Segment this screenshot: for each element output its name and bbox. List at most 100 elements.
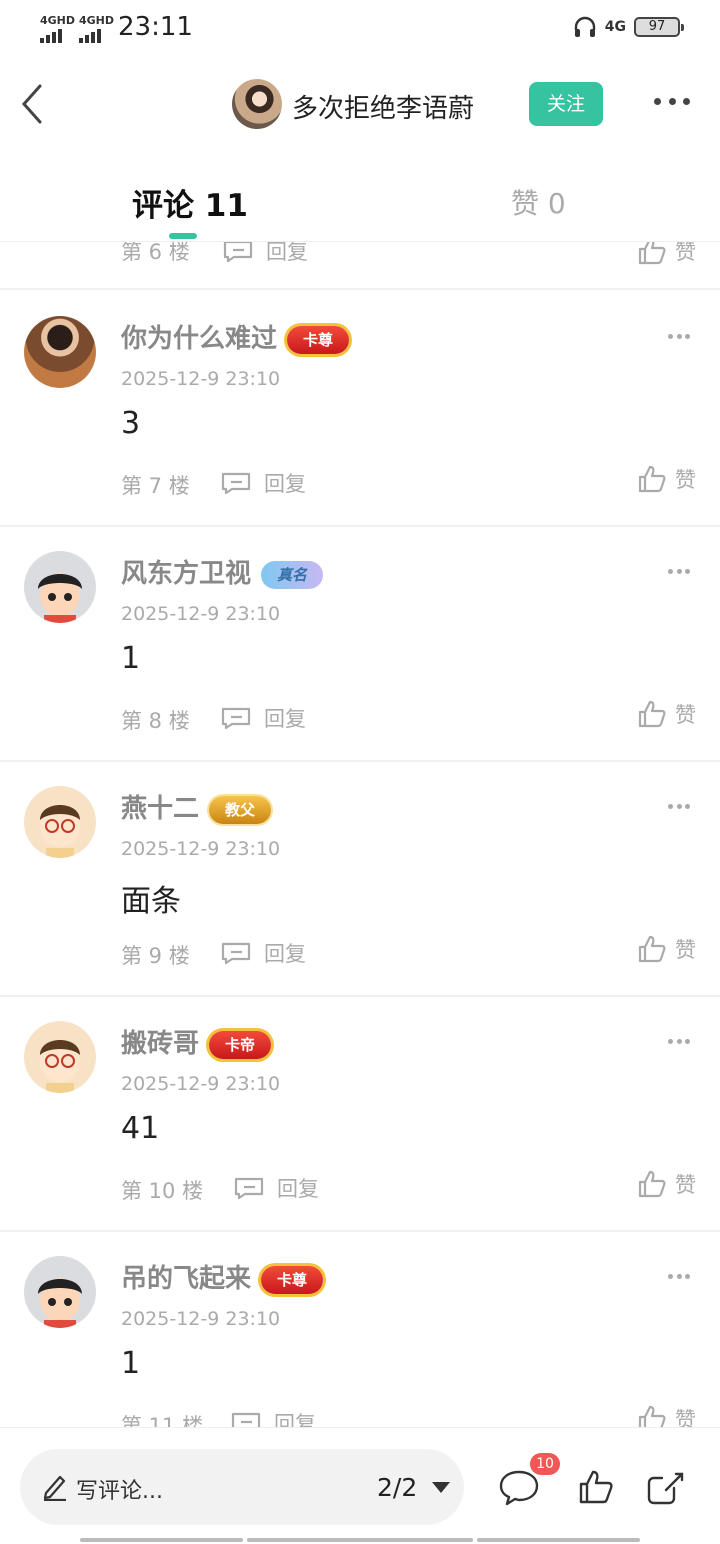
comment-more-icon[interactable]: [668, 1274, 690, 1280]
status-right: 4G 97: [573, 16, 684, 38]
level-badge: 真名: [261, 560, 324, 589]
comment-author[interactable]: 吊的飞起来 卡尊: [121, 1258, 324, 1295]
signal-indicator-1: 4GHD: [40, 14, 75, 43]
author-name: 风东方卫视: [121, 559, 252, 589]
signal-label-1: 4GHD: [40, 14, 76, 27]
like-button[interactable]: 赞: [637, 1169, 696, 1199]
comment-bubble-icon[interactable]: [498, 1468, 540, 1508]
cartoon-face-icon: [38, 1278, 82, 1328]
reply-label: 回复: [274, 1412, 316, 1427]
comment-author[interactable]: 你为什么难过 卡尊: [121, 318, 350, 355]
reply-button[interactable]: 回复: [220, 703, 306, 733]
avatar[interactable]: [24, 1021, 96, 1093]
like-label: 赞: [675, 1408, 696, 1427]
like-button[interactable]: 赞: [637, 699, 696, 729]
caret-down-icon[interactable]: [432, 1482, 450, 1493]
floor-label: 第 10 楼: [121, 1179, 204, 1203]
like-label: 赞: [675, 703, 696, 727]
like-button[interactable]: 赞: [637, 464, 696, 494]
thumbs-up-icon: [638, 465, 666, 493]
reply-icon: [231, 1412, 261, 1427]
comment-author[interactable]: 风东方卫视 真名: [121, 553, 324, 590]
comment-more-icon[interactable]: [668, 804, 690, 810]
like-button[interactable]: 赞: [637, 242, 696, 266]
author-name: 吊的飞起来: [121, 1264, 252, 1294]
signal-label-2: 4GHD: [79, 14, 115, 27]
floor-label: 第 6 楼: [121, 242, 190, 264]
author-name: 搬砖哥: [121, 1029, 200, 1059]
like-label: 赞: [675, 1173, 696, 1197]
reply-label: 回复: [264, 942, 306, 966]
comment-author[interactable]: 燕十二 教父: [121, 788, 272, 825]
comment-time: 2025-12-9 23:10: [121, 1308, 281, 1330]
tab-likes[interactable]: 赞 0: [511, 182, 566, 222]
list-item-partial: 第 6 楼 回复 赞: [0, 242, 720, 290]
active-tab-indicator: [169, 233, 197, 239]
reply-icon: [221, 942, 251, 965]
floor-label: 第 7 楼: [121, 474, 190, 498]
level-badge: 卡尊: [261, 1265, 324, 1294]
comment-item: 搬砖哥 卡帝 2025-12-9 23:10 41 第 10 楼 回复 赞: [0, 997, 720, 1232]
tab-bar: 评论 11 赞 0: [0, 150, 720, 242]
comment-item: 燕十二 教父 2025-12-9 23:10 面条 第 9 楼 回复 赞: [0, 762, 720, 997]
comment-item: 吊的飞起来 卡尊 2025-12-9 23:10 1 第 11 楼 回复 赞: [0, 1232, 720, 1427]
battery-level: 97: [648, 19, 666, 34]
share-icon[interactable]: [646, 1468, 686, 1506]
comment-more-icon[interactable]: [668, 569, 690, 575]
comment-time: 2025-12-9 23:10: [121, 1073, 281, 1095]
more-options-icon[interactable]: [654, 94, 690, 108]
reply-label: 回复: [264, 707, 306, 731]
comment-item: 你为什么难过 卡尊 2025-12-9 23:10 3 第 7 楼 回复 赞: [0, 292, 720, 527]
reply-button[interactable]: 回复: [233, 1173, 319, 1203]
like-label: 赞: [675, 938, 696, 962]
reply-icon: [223, 242, 253, 263]
level-badge: 卡尊: [287, 325, 350, 354]
comment-author[interactable]: 搬砖哥 卡帝: [121, 1023, 272, 1060]
thumbs-up-icon: [638, 1170, 666, 1198]
status-bar: 4GHD 4GHD 23:11 4G 97: [0, 0, 720, 58]
comment-input[interactable]: 写评论... 2/2: [20, 1449, 464, 1525]
author-avatar[interactable]: [232, 79, 282, 129]
comment-content: 1: [121, 1346, 141, 1381]
avatar[interactable]: [24, 786, 96, 858]
comment-content: 面条: [121, 884, 181, 919]
bottom-bar: 写评论... 2/2 10: [0, 1427, 720, 1544]
header: 多次拒绝李语蔚 关注: [0, 58, 720, 150]
headphones-icon: [574, 16, 595, 37]
comment-feed[interactable]: 第 6 楼 回复 赞 你为什么难过 卡尊 2025-12-9 23:10 3 第 …: [0, 242, 720, 1427]
reply-button[interactable]: 回复: [222, 242, 308, 266]
pencil-icon: [43, 1475, 66, 1501]
like-button[interactable]: 赞: [637, 934, 696, 964]
thumbs-up-icon: [638, 242, 666, 265]
tab-comments[interactable]: 评论 11: [132, 180, 248, 225]
follow-button[interactable]: 关注: [529, 82, 603, 126]
comment-content: 41: [121, 1111, 160, 1146]
like-button[interactable]: 赞: [637, 1404, 696, 1427]
avatar[interactable]: [24, 551, 96, 623]
thumbs-up-icon: [638, 700, 666, 728]
cartoon-glasses-face-icon: [40, 1040, 80, 1093]
author-name: 你为什么难过: [121, 324, 278, 354]
reply-button[interactable]: 回复: [230, 1408, 316, 1427]
reply-button[interactable]: 回复: [220, 938, 306, 968]
like-label: 赞: [675, 468, 696, 492]
reply-icon: [221, 707, 251, 730]
reply-label: 回复: [264, 472, 306, 496]
cartoon-face-icon: [38, 573, 82, 623]
reply-button[interactable]: 回复: [220, 468, 306, 498]
home-indicator-right: [477, 1538, 640, 1542]
back-arrow-icon[interactable]: [18, 82, 48, 126]
reply-label: 回复: [266, 242, 308, 264]
author-name[interactable]: 多次拒绝李语蔚: [292, 88, 474, 125]
avatar[interactable]: [24, 316, 96, 388]
comment-time: 2025-12-9 23:10: [121, 603, 281, 625]
reply-icon: [221, 472, 251, 495]
page-indicator[interactable]: 2/2: [377, 1473, 417, 1502]
avatar[interactable]: [24, 1256, 96, 1328]
thumbs-up-icon[interactable]: [578, 1468, 614, 1506]
comment-more-icon[interactable]: [668, 334, 690, 340]
reply-label: 回复: [277, 1177, 319, 1201]
comment-placeholder: 写评论...: [76, 1479, 163, 1504]
comment-count-badge: 10: [530, 1453, 560, 1475]
comment-more-icon[interactable]: [668, 1039, 690, 1045]
